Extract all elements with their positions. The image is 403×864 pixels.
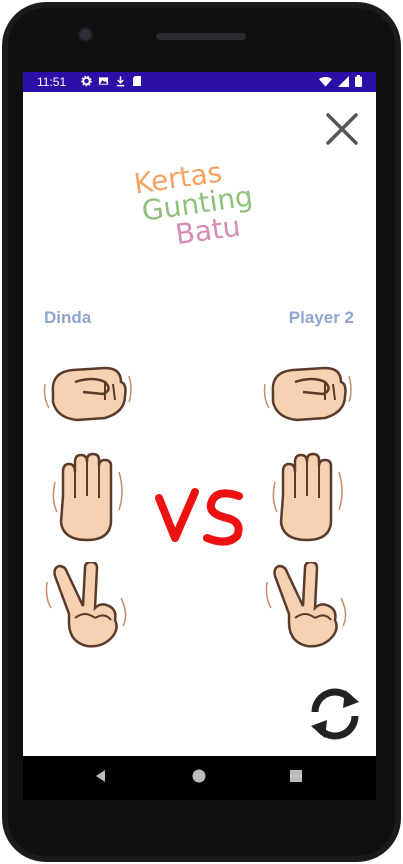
player2-name: Player 2 [288,308,354,327]
phone-frame: 11:51 Kertas Gunting Batu Dinda Player 2 [0,0,403,864]
player2-scissors-button[interactable] [265,562,355,652]
front-camera [80,29,91,40]
close-icon[interactable] [323,110,361,148]
app-screen: 11:51 Kertas Gunting Batu Dinda Player 2 [23,72,376,756]
gear-icon [81,75,92,87]
status-right-icons [319,75,362,87]
refresh-icon[interactable] [305,684,365,744]
earpiece-speaker [156,33,246,40]
player2-rock-button[interactable] [263,352,353,442]
player1-rock-button[interactable] [43,352,133,442]
status-bar: 11:51 [23,72,376,92]
status-time: 11:51 [37,75,67,89]
player2-paper-button[interactable] [265,452,355,542]
wifi-icon [319,76,332,87]
player1-scissors-button[interactable] [45,562,135,652]
download-icon [116,76,125,87]
sd-card-icon [133,76,141,86]
player1-paper-button[interactable] [45,452,135,542]
home-icon[interactable] [191,768,207,784]
player1-name: Dinda [44,308,92,327]
signal-icon [338,75,349,87]
status-left-icons [81,75,142,87]
game-title: Kertas Gunting Batu [122,153,273,262]
image-icon [98,77,109,85]
navigation-bar [23,756,376,800]
battery-icon [355,75,362,87]
recents-icon[interactable] [288,768,304,784]
versus-label [155,488,243,546]
back-icon[interactable] [93,768,109,784]
